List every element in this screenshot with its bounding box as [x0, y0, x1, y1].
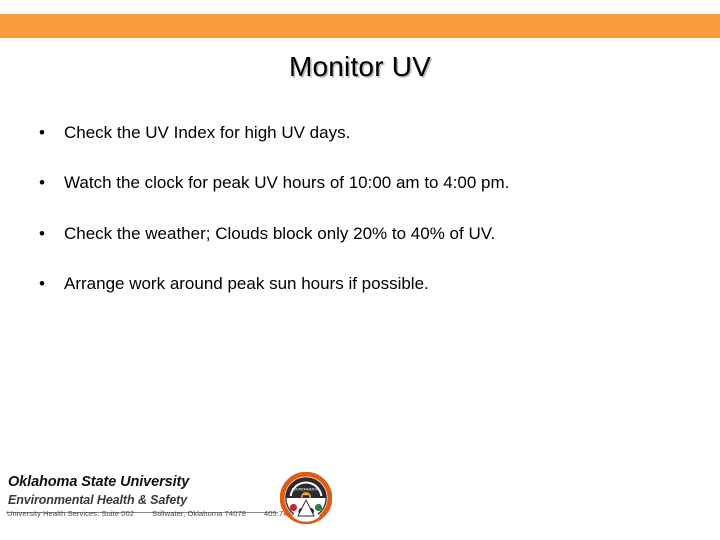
list-item-text: Arrange work around peak sun hours if po… [64, 273, 429, 293]
list-item-text: Check the weather; Clouds block only 20%… [64, 223, 496, 243]
osu-ehs-seal-icon: ENVIRONMENTAL [280, 472, 332, 524]
list-item-text: Check the UV Index for high UV days. [64, 123, 351, 142]
footer-address-line: University Health Services, Suite 002 Sti… [7, 509, 311, 518]
list-item-text: Watch the clock for peak UV hours of 10:… [64, 173, 510, 193]
organization-name: Oklahoma State University [8, 474, 190, 490]
address-building: University Health Services, Suite 002 [7, 509, 135, 518]
list-item: • Watch the clock for peak UV hours of 1… [36, 172, 696, 193]
slide-footer: Oklahoma State University Environmental … [0, 462, 720, 540]
slide: Monitor UV • Check the UV Index for high… [0, 0, 720, 540]
address-city: Stillwater, Oklahoma 74078 [152, 509, 246, 518]
page-title: Monitor UV [288, 51, 432, 82]
bullet-list: • Check the UV Index for high UV days. •… [36, 122, 696, 323]
bullet-dot-icon: • [39, 173, 45, 193]
bullet-dot-icon: • [39, 223, 45, 243]
list-item: • Check the weather; Clouds block only 2… [36, 223, 696, 244]
list-item: • Arrange work around peak sun hours if … [36, 273, 696, 294]
bullet-dot-icon: • [39, 273, 45, 293]
header-accent-band [0, 14, 720, 38]
list-item: • Check the UV Index for high UV days. [36, 122, 696, 143]
department-name: Environmental Health & Safety [8, 493, 188, 507]
bullet-dot-icon: • [39, 123, 45, 142]
svg-text:ENVIRONMENTAL: ENVIRONMENTAL [292, 488, 320, 492]
